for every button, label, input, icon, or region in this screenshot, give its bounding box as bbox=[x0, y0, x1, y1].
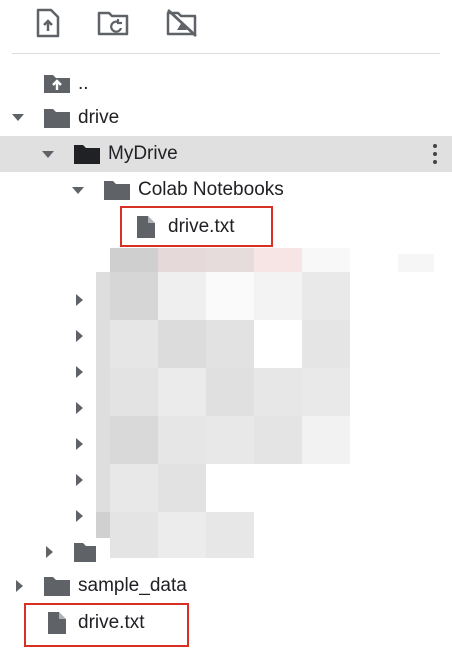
chevron-right-icon[interactable] bbox=[72, 508, 88, 524]
tree-item-label: Colab Notebooks bbox=[138, 179, 284, 200]
tree-item-label: .. bbox=[78, 73, 89, 94]
chevron-down-icon[interactable] bbox=[10, 110, 26, 126]
tree-item-colab-notebooks[interactable]: Colab Notebooks bbox=[0, 171, 452, 207]
redacted-region bbox=[96, 248, 436, 568]
tree-item-label: drive bbox=[78, 107, 120, 128]
folder-icon bbox=[74, 542, 96, 562]
tree-item-sample-data[interactable]: sample_data bbox=[0, 568, 452, 604]
chevron-right-icon[interactable] bbox=[72, 400, 88, 416]
chevron-right-icon[interactable] bbox=[42, 544, 58, 560]
tree-item-parent[interactable]: .. bbox=[0, 65, 452, 101]
chevron-right-icon[interactable] bbox=[72, 472, 88, 488]
upload-button[interactable] bbox=[31, 6, 65, 40]
chevron-down-icon[interactable] bbox=[70, 183, 86, 199]
folder-icon bbox=[44, 108, 70, 128]
folder-up-icon bbox=[44, 72, 70, 94]
refresh-button[interactable] bbox=[97, 6, 131, 40]
drive-off-icon bbox=[166, 8, 197, 38]
highlight-box bbox=[24, 603, 189, 647]
toolbar-divider bbox=[12, 53, 440, 54]
chevron-down-icon[interactable] bbox=[40, 147, 56, 163]
folder-icon bbox=[104, 180, 130, 200]
chevron-right-icon[interactable] bbox=[72, 328, 88, 344]
folder-icon bbox=[74, 144, 100, 164]
chevron-right-icon[interactable] bbox=[72, 364, 88, 380]
chevron-right-icon[interactable] bbox=[72, 292, 88, 308]
upload-file-icon bbox=[36, 8, 60, 38]
more-options-icon[interactable] bbox=[432, 144, 438, 164]
tree-item-mydrive[interactable]: MyDrive bbox=[0, 136, 452, 172]
folder-icon bbox=[44, 576, 70, 596]
highlight-box bbox=[120, 206, 273, 247]
unmount-drive-button[interactable] bbox=[165, 6, 199, 40]
folder-refresh-icon bbox=[97, 11, 129, 36]
tree-item-label: sample_data bbox=[78, 575, 187, 596]
tree-item-drive[interactable]: drive bbox=[0, 100, 452, 136]
tree-item-label: MyDrive bbox=[108, 143, 178, 164]
chevron-right-icon[interactable] bbox=[72, 436, 88, 452]
chevron-right-icon[interactable] bbox=[12, 578, 28, 594]
